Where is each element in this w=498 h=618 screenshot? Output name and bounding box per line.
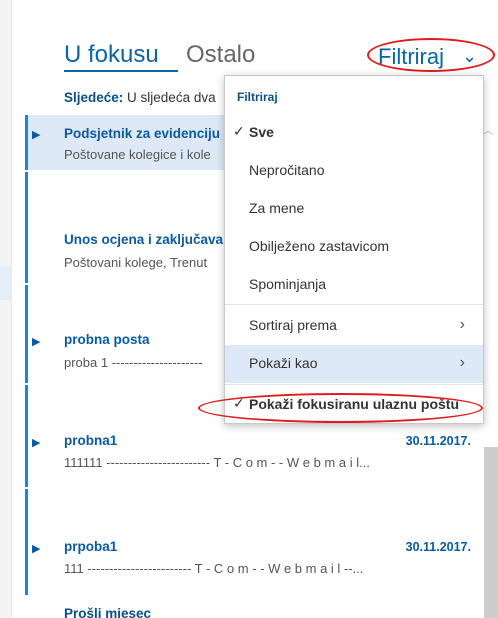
menu-item-label: Sortiraj prema [249,317,337,333]
message-sender: probna1 [64,433,118,448]
message-preview: Poštovane kolegice i kole [64,147,211,162]
tab-other[interactable]: Ostalo [186,40,255,70]
menu-item-show-as[interactable]: Pokaži kao › [225,345,483,383]
message-preview: 111111 ------------------------ T - C o … [64,455,370,470]
message-sender: Podsjetnik za evidenciju [64,126,221,141]
message-sender: Unos ocjena i zaključava [64,232,224,247]
caret-right-icon[interactable]: ▶ [32,542,40,555]
message-date: 30.11.2017. [405,434,471,448]
list-item[interactable]: ▶ prpoba1 30.11.2017. 111 --------------… [25,489,475,595]
filter-option-label: Nepročitano [249,162,325,178]
menu-item-sort-by[interactable]: Sortiraj prema › [225,307,483,345]
scrollbar-thumb[interactable] [484,447,498,618]
message-date: 30.11.2017. [405,540,471,554]
scroll-up-icon[interactable]: ︿ [483,122,493,137]
filter-option-label: Spominjanja [249,276,327,292]
dropdown-divider [225,304,483,305]
message-sender: probna posta [64,332,150,347]
filter-option-mentions[interactable]: Spominjanja [225,266,483,304]
filter-option-label: Za mene [249,200,305,216]
section-previous-month: Prošli miesec [64,606,152,618]
chevron-right-icon: › [459,354,465,371]
left-rail [0,0,11,618]
annotation-circle-focused-inbox [198,393,483,423]
filter-option-flagged[interactable]: Obilježeno zastavicom [225,228,483,266]
caret-right-icon[interactable]: ▶ [32,128,40,141]
filter-option-to-me[interactable]: Za mene [225,190,483,228]
next-event-label: Sljedeće: [64,90,124,105]
next-event-text: U sljedeća dva [127,90,216,105]
next-event-line[interactable]: Sljedeće: U sljedeća dva [64,90,216,105]
filter-option-label: Sve [249,124,274,140]
chevron-right-icon: › [459,316,465,333]
filter-option-unread[interactable]: Nepročitano [225,152,483,190]
message-preview: Poštovani kolege, Trenut [64,255,208,270]
dropdown-header: Filtriraj [237,90,278,104]
tab-focused-underline [64,70,178,72]
filter-option-label: Obilježeno zastavicom [249,238,390,254]
annotation-circle-filter [367,38,495,72]
caret-right-icon[interactable]: ▶ [32,335,40,348]
dropdown-divider [225,384,483,385]
message-sender: prpoba1 [64,539,118,554]
pane-divider [11,0,12,618]
tab-focused[interactable]: U fokusu [64,40,159,70]
menu-item-label: Pokaži kao [249,355,318,371]
filter-dropdown-menu: Filtriraj ✓ Sve Nepročitano Za mene Obil… [224,75,484,424]
left-rail-highlight [0,266,11,300]
check-icon: ✓ [233,123,245,139]
filter-option-all[interactable]: ✓ Sve [225,114,483,152]
message-preview: 111 ------------------------ T - C o m -… [64,561,364,576]
caret-right-icon[interactable]: ▶ [32,436,40,449]
message-preview: proba 1 --------------------- [64,355,203,370]
